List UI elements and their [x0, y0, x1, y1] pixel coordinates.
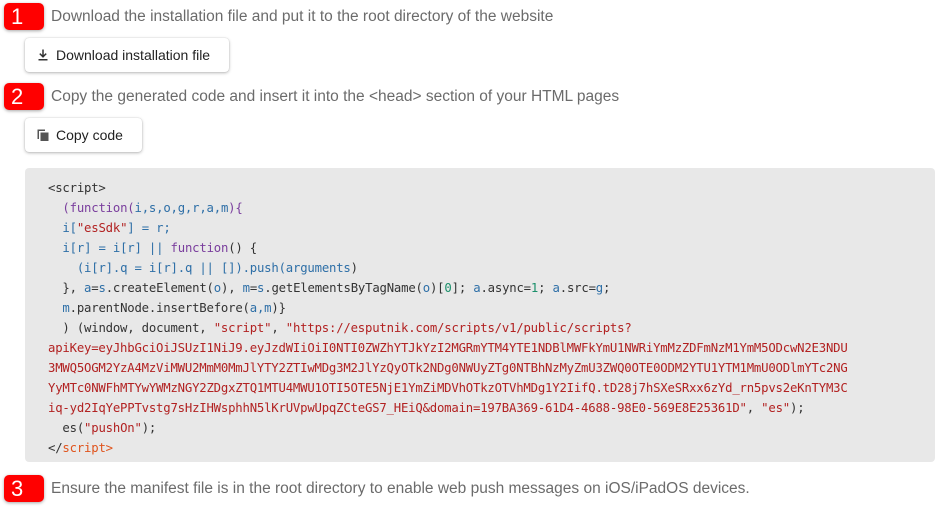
button-label: Copy code: [56, 127, 123, 143]
step-1: 1 Download the installation file and put…: [4, 3, 553, 30]
copy-icon: [36, 128, 50, 142]
code-line: 3MWQ5OGM2YzA4MzViMWU2MmM0MmJlYTY2ZTIwMDg…: [48, 361, 848, 375]
download-installation-file-button[interactable]: Download installation file: [25, 38, 230, 72]
code-line: apiKey=eyJhbGciOiJSUzI1NiJ9.eyJzdWIiOiI0…: [48, 341, 848, 355]
step-instruction: Download the installation file and put i…: [51, 7, 554, 25]
step-2: 2 Copy the generated code and insert it …: [4, 83, 619, 110]
code-line: m.parentNode.insertBefore(a,m)}: [62, 301, 286, 315]
code-line: i["esSdk"] = r;: [62, 221, 171, 235]
code-line: <script>: [48, 181, 106, 195]
step-instruction: Ensure the manifest file is in the root …: [51, 479, 750, 497]
code-line: iq-yd2IqYePPTvstg7sHzIHWsphhN5lKrUVpwUpq…: [48, 401, 805, 415]
step-3: 3 Ensure the manifest file is in the roo…: [4, 475, 750, 502]
code-line: YyMTc0NWFhMTYwYWMzNGY2ZDgxZTQ1MTU4MWU1OT…: [48, 381, 848, 395]
step-number-badge: 3: [4, 475, 44, 502]
code-line: </script>: [48, 441, 113, 455]
copy-code-button[interactable]: Copy code: [25, 118, 142, 152]
code-line: ) (window, document, "script", "https://…: [62, 321, 632, 335]
code-line: (i[r].q = i[r].q || []).push(arguments): [76, 261, 358, 275]
button-label: Download installation file: [56, 47, 211, 63]
code-line: }, a=s.createElement(o), m=s.getElements…: [62, 281, 611, 295]
step-number-badge: 2: [4, 83, 44, 110]
code-line: es("pushOn");: [62, 421, 157, 435]
step-instruction: Copy the generated code and insert it in…: [51, 87, 620, 105]
code-line: i[r] = i[r] || function() {: [62, 241, 258, 255]
code-line: (function(i,s,o,g,r,a,m){: [62, 201, 243, 215]
download-icon: [36, 48, 50, 62]
step-number-badge: 1: [4, 3, 44, 30]
code-snippet-block[interactable]: <script> (function(i,s,o,g,r,a,m){ i["es…: [25, 168, 935, 462]
